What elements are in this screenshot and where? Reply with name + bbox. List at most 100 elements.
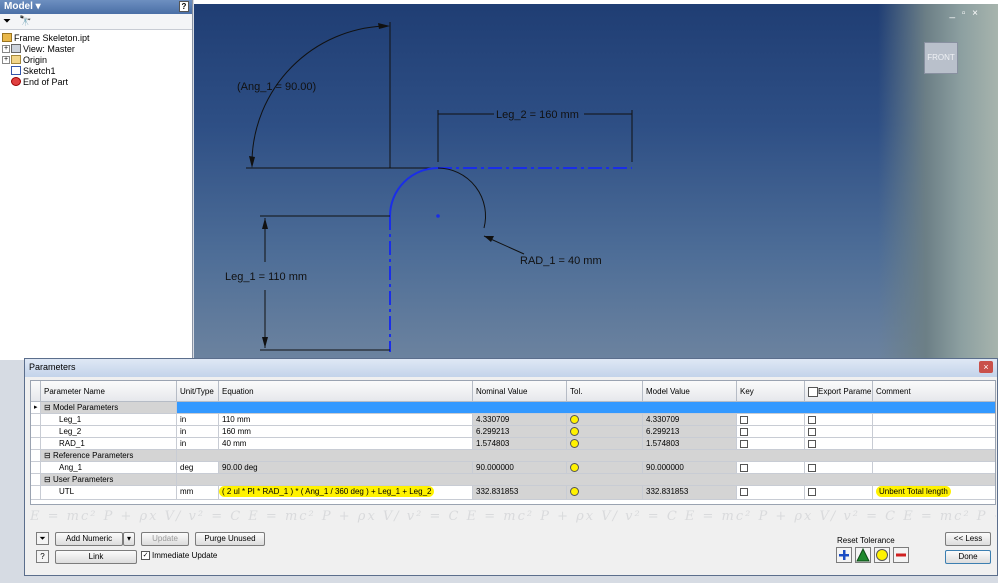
parameter-name[interactable]: Ang_1 [41, 462, 177, 474]
key-cell[interactable] [737, 438, 805, 450]
link-button[interactable]: Link [55, 550, 137, 564]
key-cell[interactable] [737, 426, 805, 438]
unit-cell[interactable]: in [177, 414, 219, 426]
key-cell[interactable] [737, 462, 805, 474]
update-button[interactable]: Update [141, 532, 189, 546]
table-row[interactable]: RAD_1 in 40 mm 1.574803 1.574803 [31, 438, 995, 450]
export-checkbox[interactable] [808, 439, 816, 448]
column-header-equation[interactable]: Equation [219, 381, 473, 402]
table-row[interactable]: Leg_1 in 110 mm 4.330709 4.330709 [31, 414, 995, 426]
table-row[interactable]: Ang_1 deg 90.00 deg 90.000000 90.000000 [31, 462, 995, 474]
tolerance-cell[interactable] [567, 426, 643, 438]
comment-cell[interactable] [873, 426, 995, 438]
tree-item-part[interactable]: Frame Skeleton.ipt [2, 32, 192, 43]
export-cell[interactable] [805, 414, 873, 426]
unit-cell[interactable]: deg [177, 462, 219, 474]
lower-tolerance-button[interactable] [893, 547, 909, 563]
equation-cell[interactable]: 160 mm [219, 426, 473, 438]
graphics-viewport[interactable]: _ ▫ × FRONT (Ang_1 = 90.00) Leg_2 = 160 … [194, 0, 998, 360]
add-numeric-dropdown[interactable]: ▾ [123, 532, 135, 546]
group-row-user[interactable]: ⊟ User Parameters [31, 474, 995, 486]
equation-cell[interactable]: 110 mm [219, 414, 473, 426]
column-header-unit[interactable]: Unit/Type [177, 381, 219, 402]
export-checkbox[interactable] [808, 415, 816, 424]
equation-cell[interactable]: ( 2 ul * PI * RAD_1 ) * ( Ang_1 / 360 de… [219, 486, 473, 500]
tolerance-cell[interactable] [567, 414, 643, 426]
export-checkbox[interactable] [808, 487, 816, 496]
comment-cell[interactable] [873, 462, 995, 474]
column-header-export[interactable]: Export Parame [805, 381, 873, 402]
tree-item-view[interactable]: + View: Master [2, 43, 192, 54]
group-row-reference[interactable]: ⊟ Reference Parameters [31, 450, 995, 462]
immediate-update-option[interactable]: ✓ Immediate Update [141, 551, 217, 560]
group-row-model[interactable]: ▸ ⊟ Model Parameters [31, 402, 995, 414]
tolerance-cell[interactable] [567, 462, 643, 474]
tree-item-origin[interactable]: + Origin [2, 54, 192, 65]
column-header-tolerance[interactable]: Tol. [567, 381, 643, 402]
export-checkbox[interactable] [808, 427, 816, 436]
key-checkbox[interactable] [740, 487, 748, 496]
help-icon[interactable]: ? [179, 1, 189, 12]
key-checkbox[interactable] [740, 439, 748, 448]
tolerance-cell[interactable] [567, 438, 643, 450]
parameter-name[interactable]: Leg_2 [41, 426, 177, 438]
close-icon[interactable]: × [979, 361, 993, 373]
tree-item-sketch[interactable]: Sketch1 [2, 65, 192, 76]
table-row[interactable]: UTL mm ( 2 ul * PI * RAD_1 ) * ( Ang_1 /… [31, 486, 995, 500]
less-button[interactable]: << Less [945, 532, 991, 546]
unit-cell[interactable]: in [177, 426, 219, 438]
tree-item-end-of-part[interactable]: End of Part [2, 76, 192, 87]
purge-unused-button[interactable]: Purge Unused [195, 532, 265, 546]
filter-icon[interactable]: ⏷ [3, 16, 11, 27]
upper-tolerance-button[interactable] [836, 547, 852, 563]
parameter-name[interactable]: RAD_1 [41, 438, 177, 450]
expand-icon[interactable]: + [2, 55, 10, 64]
column-header-model-value[interactable]: Model Value [643, 381, 737, 402]
comment-cell[interactable] [873, 414, 995, 426]
filter-icon[interactable]: ⏷ [36, 532, 49, 545]
column-header-comment[interactable]: Comment [873, 381, 995, 402]
leg2-dimension-label[interactable]: Leg_2 = 160 mm [496, 109, 579, 121]
table-row[interactable]: Leg_2 in 160 mm 6.299213 6.299213 [31, 426, 995, 438]
column-header-parameter-name[interactable]: Parameter Name [41, 381, 177, 402]
comment-cell[interactable]: Unbent Total length [873, 486, 995, 500]
sketch-geometry[interactable]: (Ang_1 = 90.00) Leg_2 = 160 mm Leg_1 = 1… [194, 0, 998, 360]
comment-cell[interactable] [873, 438, 995, 450]
unit-cell[interactable]: in [177, 438, 219, 450]
arc-center-point[interactable] [436, 214, 440, 218]
done-button[interactable]: Done [945, 550, 991, 564]
nominal-cell: 1.574803 [473, 438, 567, 450]
median-tolerance-button[interactable] [855, 547, 871, 563]
nominal-tolerance-button[interactable] [874, 547, 890, 563]
immediate-update-checkbox[interactable]: ✓ [141, 551, 150, 560]
ang1-dimension-label[interactable]: (Ang_1 = 90.00) [237, 81, 316, 93]
key-cell[interactable] [737, 414, 805, 426]
column-header-key[interactable]: Key [737, 381, 805, 402]
tolerance-cell[interactable] [567, 486, 643, 500]
unit-cell[interactable]: mm [177, 486, 219, 500]
add-numeric-button[interactable]: Add Numeric [55, 532, 123, 546]
key-checkbox[interactable] [740, 463, 748, 472]
parameter-name[interactable]: UTL [41, 486, 177, 500]
export-cell[interactable] [805, 426, 873, 438]
folder-icon [11, 55, 21, 64]
equation-cell[interactable]: 40 mm [219, 438, 473, 450]
key-checkbox[interactable] [740, 415, 748, 424]
export-checkbox[interactable] [808, 463, 816, 472]
browser-title[interactable]: Model [4, 1, 33, 12]
export-cell[interactable] [805, 486, 873, 500]
browser-title-bar[interactable]: Model ▾ ? [0, 0, 192, 14]
find-icon[interactable]: 🔭 [19, 16, 31, 27]
export-cell[interactable] [805, 438, 873, 450]
key-cell[interactable] [737, 486, 805, 500]
rad1-dimension-label[interactable]: RAD_1 = 40 mm [520, 255, 602, 267]
parameter-name[interactable]: Leg_1 [41, 414, 177, 426]
expand-icon[interactable]: + [2, 44, 10, 53]
dialog-title-bar[interactable]: Parameters × [25, 359, 997, 377]
help-icon[interactable]: ? [36, 550, 49, 563]
key-checkbox[interactable] [740, 427, 748, 436]
leg1-dimension-label[interactable]: Leg_1 = 110 mm [225, 271, 307, 283]
bend-arc[interactable] [389, 167, 439, 217]
column-header-nominal[interactable]: Nominal Value [473, 381, 567, 402]
export-cell[interactable] [805, 462, 873, 474]
